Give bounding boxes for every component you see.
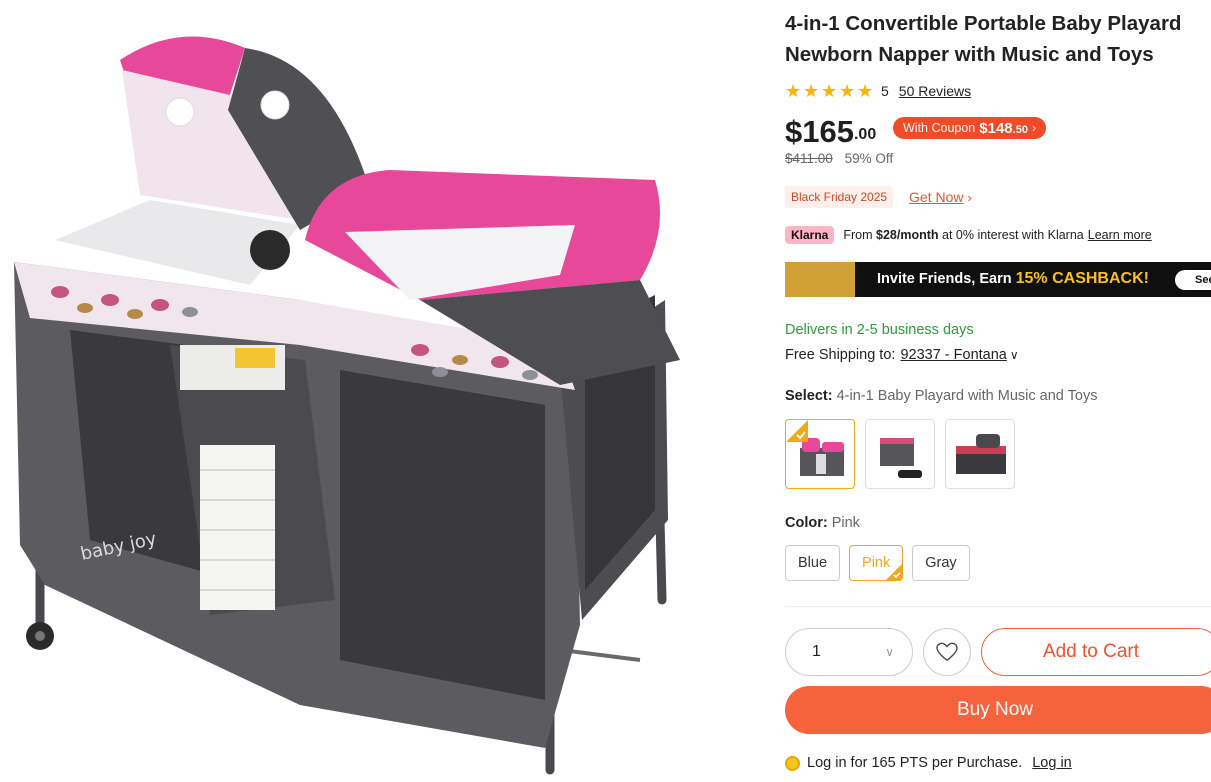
discount-percent: 59% Off — [844, 151, 894, 166]
variant-select-value: 4-in-1 Baby Playard with Music and Toys — [836, 388, 1098, 404]
points-row: Log in for 165 PTS per Purchase. Log in — [785, 753, 1072, 773]
star-rating: ★ ★ ★ ★ ★ — [785, 80, 874, 101]
banner-highlight: 15% CASHBACK! — [1015, 270, 1149, 287]
star-icon: ★ — [839, 80, 856, 101]
klarna-amount: $28/month — [876, 228, 939, 242]
klarna-text: at 0% interest with Klarna — [942, 228, 1084, 242]
get-now-link[interactable]: Get Now — [909, 189, 963, 205]
check-icon — [786, 420, 808, 442]
variant-thumbnails — [785, 419, 1015, 489]
shopping-bags-icon — [785, 262, 855, 297]
playard-illustration: baby joy — [14, 36, 680, 775]
playard-thumb-icon — [880, 438, 922, 478]
variant-thumb-3[interactable] — [945, 419, 1015, 489]
color-selected-value: Pink — [831, 515, 860, 531]
rating-value: 5 — [881, 83, 889, 99]
coupon-price-cents: .50 — [1012, 123, 1028, 136]
coin-icon — [785, 755, 800, 771]
original-price-row: $411.00 59% Off — [785, 151, 893, 166]
quantity-select[interactable]: 1 ∨ — [785, 628, 913, 676]
chevron-right-icon: › — [967, 189, 972, 205]
current-price-cents: .00 — [853, 126, 877, 143]
cashback-banner[interactable]: Invite Friends, Earn 15% CASHBACK! See — [785, 262, 1211, 297]
price-row: $165 .00 — [785, 110, 876, 150]
klarna-learn-more-link[interactable]: Learn more — [1088, 228, 1152, 242]
variant-thumb-2[interactable] — [865, 419, 935, 489]
promo-row: Black Friday 2025 Get Now › — [785, 186, 972, 208]
coupon-label: With Coupon — [903, 121, 976, 135]
shipping-row: Free Shipping to: 92337 - Fontana ∨ — [785, 347, 1019, 363]
points-text: Log in for 165 PTS per Purchase. — [807, 755, 1023, 771]
promo-tag: Black Friday 2025 — [785, 186, 894, 208]
original-price: $411.00 — [785, 151, 833, 166]
color-options: Blue Pink Gray — [785, 545, 970, 581]
wishlist-button[interactable] — [923, 628, 971, 676]
product-title: 4-in-1 Convertible Portable Baby Playard… — [785, 12, 1182, 66]
zip-location-link[interactable]: 92337 - Fontana — [900, 347, 1006, 363]
star-icon: ★ — [821, 80, 838, 101]
heart-icon — [936, 642, 958, 662]
chevron-down-icon[interactable]: ∨ — [1010, 348, 1019, 362]
star-icon: ★ — [803, 80, 820, 101]
chevron-down-icon: ∨ — [885, 645, 894, 659]
star-icon: ★ — [785, 80, 802, 101]
star-icon: ★ — [857, 80, 874, 101]
chevron-right-icon: › — [1031, 121, 1037, 135]
quantity-value: 1 — [812, 643, 821, 660]
reviews-link[interactable]: 50 Reviews — [899, 83, 971, 99]
add-to-cart-button[interactable]: Add to Cart — [981, 628, 1211, 676]
divider — [785, 606, 1211, 607]
klarna-logo: Klarna — [785, 226, 835, 244]
playard-thumb-icon — [956, 434, 1006, 474]
shipping-label: Free Shipping to: — [785, 347, 896, 363]
rating-row: ★ ★ ★ ★ ★ 5 50 Reviews — [785, 80, 971, 102]
variant-thumb-1[interactable] — [785, 419, 855, 489]
coupon-badge[interactable]: With Coupon $148.50 › — [893, 117, 1047, 139]
coupon-price: $148 — [979, 119, 1013, 137]
product-main-image[interactable]: baby joy — [0, 0, 770, 782]
banner-see-button[interactable]: See — [1175, 270, 1211, 290]
variant-select-label: Select: 4-in-1 Baby Playard with Music a… — [785, 388, 1098, 404]
product-info-panel: 4-in-1 Convertible Portable Baby Playard… — [785, 0, 1211, 782]
delivery-estimate: Delivers in 2-5 business days — [785, 322, 974, 338]
current-price: $165 — [785, 114, 854, 149]
banner-text: Invite Friends, Earn 15% CASHBACK! — [877, 270, 1149, 287]
check-icon — [886, 564, 903, 580]
color-option-blue[interactable]: Blue — [785, 545, 841, 581]
color-option-pink[interactable]: Pink — [849, 545, 904, 581]
color-label: Color: Pink — [785, 515, 860, 531]
klarna-from: From — [843, 228, 873, 242]
color-option-gray[interactable]: Gray — [912, 545, 970, 581]
klarna-row: Klarna From $28/month at 0% interest wit… — [785, 225, 1152, 245]
buy-now-button[interactable]: Buy Now — [785, 686, 1211, 734]
login-link[interactable]: Log in — [1032, 755, 1072, 771]
